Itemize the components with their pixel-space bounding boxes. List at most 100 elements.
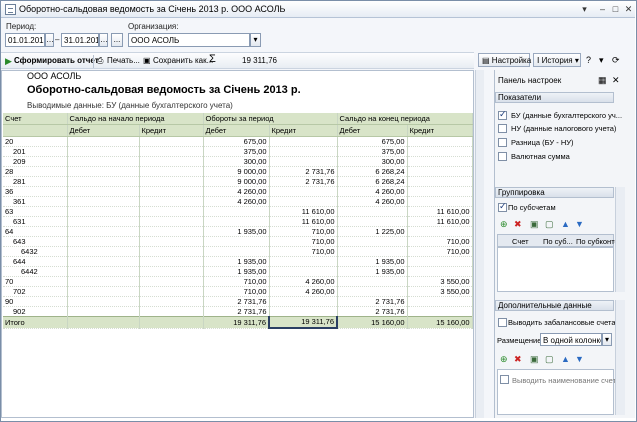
opening-debit-cell[interactable]: [67, 256, 140, 267]
closing-debit-cell[interactable]: [337, 216, 408, 227]
account-cell[interactable]: 209: [3, 156, 68, 167]
opening-credit-cell[interactable]: [139, 266, 204, 277]
turnover-debit-cell[interactable]: 2 731,76: [203, 296, 270, 307]
table-row[interactable]: 644 1 935,00 1 935,00: [3, 256, 473, 267]
date-from-picker[interactable]: …: [45, 33, 54, 47]
opening-credit-cell[interactable]: [139, 256, 204, 267]
turnover-debit-cell[interactable]: [203, 246, 270, 257]
closing-debit-cell[interactable]: 2 731,76: [337, 306, 408, 317]
closing-debit-cell[interactable]: 6 268,24: [337, 176, 408, 187]
opening-debit-cell[interactable]: [67, 226, 140, 237]
opening-debit-cell[interactable]: [67, 296, 140, 307]
save-as-button[interactable]: Сохранить как...: [153, 55, 213, 68]
table-row[interactable]: 36 4 260,00 4 260,00: [3, 186, 473, 197]
add-icon[interactable]: ⊕: [500, 355, 508, 364]
turnover-credit-cell[interactable]: [269, 156, 338, 167]
closing-credit-cell[interactable]: [407, 266, 473, 277]
table-row[interactable]: 209 300,00 300,00: [3, 156, 473, 167]
closing-credit-cell[interactable]: [407, 196, 473, 207]
history-button[interactable]: Ⅰ История ▾: [533, 53, 581, 67]
turnover-debit-cell[interactable]: 2 731,76: [203, 306, 270, 317]
account-cell[interactable]: 6432: [3, 246, 68, 257]
opening-debit-cell[interactable]: [67, 186, 140, 197]
check-all-icon[interactable]: ▣: [530, 220, 539, 229]
move-up-icon[interactable]: ▲: [561, 220, 570, 229]
turnover-debit-cell[interactable]: 9 000,00: [203, 166, 270, 177]
account-cell[interactable]: 63: [3, 206, 68, 217]
turnover-debit-cell[interactable]: 710,00: [203, 286, 270, 297]
table-row[interactable]: 6432 710,00 710,00: [3, 246, 473, 257]
opening-credit-cell[interactable]: [139, 176, 204, 187]
placement-select[interactable]: В одной колонке: [540, 333, 602, 346]
panel-close-icon[interactable]: ✕: [612, 75, 620, 86]
table-row[interactable]: 63 11 610,00 11 610,00: [3, 206, 473, 217]
closing-debit-cell[interactable]: 1 935,00: [337, 266, 408, 277]
closing-credit-cell[interactable]: [407, 166, 473, 177]
opening-debit-cell[interactable]: [67, 206, 140, 217]
move-down-icon[interactable]: ▼: [575, 355, 584, 364]
turnover-credit-cell[interactable]: 710,00: [269, 246, 338, 257]
help-icon[interactable]: ?: [586, 55, 591, 65]
turnover-debit-cell[interactable]: 675,00: [203, 136, 270, 147]
settings-button[interactable]: ▤ Настройка: [478, 53, 531, 67]
total-cell[interactable]: [67, 315, 140, 329]
org-select[interactable]: ООО АСОЛЬ: [128, 33, 250, 47]
turnover-credit-cell[interactable]: 710,00: [269, 236, 338, 247]
uncheck-all-icon[interactable]: ▢: [545, 220, 554, 229]
delete-icon[interactable]: ✖: [514, 220, 522, 229]
closing-debit-cell[interactable]: [337, 286, 408, 297]
closing-debit-cell[interactable]: 1 935,00: [337, 256, 408, 267]
closing-debit-cell[interactable]: 675,00: [337, 136, 408, 147]
org-dropdown-button[interactable]: ▾: [250, 33, 261, 47]
closing-debit-cell[interactable]: 375,00: [337, 146, 408, 157]
opening-credit-cell[interactable]: [139, 306, 204, 317]
opening-debit-cell[interactable]: [67, 166, 140, 177]
table-row[interactable]: 64 1 935,00 710,00 1 225,00: [3, 226, 473, 237]
table-row[interactable]: 631 11 610,00 11 610,00: [3, 216, 473, 227]
panel-settings-icon[interactable]: ▦: [598, 75, 607, 86]
opening-credit-cell[interactable]: [139, 296, 204, 307]
uncheck-all-icon[interactable]: ▢: [545, 355, 554, 364]
turnover-credit-cell[interactable]: [269, 146, 338, 157]
period-select-button[interactable]: ...: [111, 33, 123, 47]
menu-icon[interactable]: ▾: [579, 4, 590, 15]
closing-credit-cell[interactable]: [407, 226, 473, 237]
opening-credit-cell[interactable]: [139, 216, 204, 227]
closing-credit-cell[interactable]: [407, 186, 473, 197]
opening-debit-cell[interactable]: [67, 216, 140, 227]
opening-credit-cell[interactable]: [139, 286, 204, 297]
report-scrollbar[interactable]: [475, 70, 484, 418]
closing-credit-cell[interactable]: [407, 176, 473, 187]
table-row[interactable]: 6442 1 935,00 1 935,00: [3, 266, 473, 277]
turnover-credit-cell[interactable]: 11 610,00: [269, 216, 338, 227]
closing-credit-cell[interactable]: [407, 136, 473, 147]
opening-debit-cell[interactable]: [67, 196, 140, 207]
extra-list[interactable]: Выводить наименование счета: [497, 369, 620, 415]
placement-dropdown[interactable]: ▾: [602, 333, 612, 346]
check-all-icon[interactable]: ▣: [530, 355, 539, 364]
turnover-credit-cell[interactable]: [269, 136, 338, 147]
table-row[interactable]: 90 2 731,76 2 731,76: [3, 296, 473, 307]
turnover-credit-cell[interactable]: [269, 256, 338, 267]
account-cell[interactable]: 902: [3, 306, 68, 317]
date-to-picker[interactable]: …: [99, 33, 108, 47]
indicator-checkbox-nu[interactable]: [498, 124, 507, 133]
account-cell[interactable]: 631: [3, 216, 68, 227]
closing-debit-cell[interactable]: 4 260,00: [337, 186, 408, 197]
opening-debit-cell[interactable]: [67, 276, 140, 287]
total-closing-debit[interactable]: 15 160,00: [337, 315, 408, 329]
turnover-debit-cell[interactable]: 9 000,00: [203, 176, 270, 187]
total-turnover-credit[interactable]: 19 311,76: [268, 315, 339, 329]
minimize-icon[interactable]: –: [597, 4, 608, 15]
opening-debit-cell[interactable]: [67, 266, 140, 277]
opening-credit-cell[interactable]: [139, 196, 204, 207]
total-cell[interactable]: [139, 315, 204, 329]
turnover-debit-cell[interactable]: [203, 236, 270, 247]
closing-credit-cell[interactable]: 710,00: [407, 236, 473, 247]
table-row[interactable]: 70 710,00 4 260,00 3 550,00: [3, 276, 473, 287]
opening-debit-cell[interactable]: [67, 176, 140, 187]
table-row[interactable]: 702 710,00 4 260,00 3 550,00: [3, 286, 473, 297]
indicator-checkbox-bu[interactable]: [498, 109, 507, 120]
turnover-credit-cell[interactable]: 11 610,00: [269, 206, 338, 217]
turnover-debit-cell[interactable]: 375,00: [203, 146, 270, 157]
